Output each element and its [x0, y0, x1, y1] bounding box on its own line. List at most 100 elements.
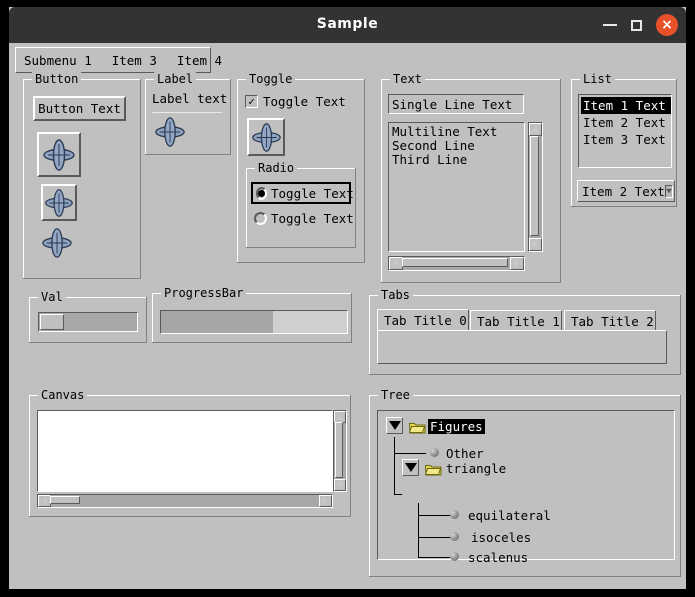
radio-item-1-label: Toggle Text: [271, 211, 354, 226]
canvas-area[interactable]: [37, 410, 333, 492]
multiline-line-1: Second Line: [392, 138, 475, 153]
scroll-down-arrow[interactable]: [529, 238, 542, 251]
scroll-right-arrow[interactable]: [319, 495, 332, 507]
folder-open-icon: [424, 461, 442, 476]
list-item-0[interactable]: Item 1 Text: [581, 97, 671, 114]
group-text-legend: Text: [390, 72, 425, 86]
group-canvas: Canvas: [29, 388, 351, 517]
scroll-left-arrow[interactable]: [389, 257, 403, 270]
client-area: Submenu 1 Item 3 Item 4 Button Button Te…: [9, 43, 686, 589]
multiline-text-area[interactable]: Multiline Text Second Line Third Line: [388, 122, 543, 252]
tree-node-scalenus[interactable]: scalenus: [468, 550, 528, 565]
tree-connector: [394, 453, 426, 454]
sphere-icon: [450, 510, 459, 519]
text-horizontal-scrollbar[interactable]: [388, 256, 525, 271]
button-text-label: Button Text: [38, 101, 121, 116]
tree-expander-triangle[interactable]: [402, 459, 419, 476]
chevron-down-icon: [388, 421, 401, 430]
multiline-line-2: Third Line: [392, 152, 468, 167]
group-label-legend: Label: [154, 72, 197, 86]
dropdown[interactable]: Item 2 Text: [577, 180, 675, 202]
tree-node-equilateral[interactable]: equilateral: [468, 508, 551, 523]
radio-item-0-label: Toggle Text: [271, 185, 354, 201]
window-title: Sample: [316, 16, 379, 32]
tree-node-figures[interactable]: Figures: [428, 419, 485, 434]
slider-track[interactable]: [38, 312, 138, 332]
icon-button-flat[interactable]: [40, 226, 74, 260]
group-text: Text Single Line Text Multiline Text Sec…: [381, 72, 561, 283]
group-label: Label Label text: [145, 72, 231, 155]
toggle-checkbox-row[interactable]: ✓ Toggle Text: [245, 94, 346, 109]
list-item-2[interactable]: Item 3 Text: [581, 131, 671, 148]
tree-node-other[interactable]: Other: [446, 446, 484, 461]
progressbar-fill: [161, 311, 273, 333]
scroll-thumb[interactable]: [402, 258, 508, 267]
icon-toggle-button[interactable]: [247, 118, 285, 156]
orbit-icon: [41, 227, 73, 259]
scroll-thumb[interactable]: [50, 496, 80, 504]
scroll-down-arrow[interactable]: [334, 479, 346, 491]
group-canvas-legend: Canvas: [38, 388, 88, 402]
tree-connector: [418, 537, 450, 538]
chevron-down-icon[interactable]: [664, 184, 673, 198]
radio-item-1[interactable]: Toggle Text: [254, 211, 354, 226]
tree-node-triangle[interactable]: triangle: [446, 461, 506, 476]
scroll-thumb[interactable]: [335, 422, 343, 478]
group-progressbar-legend: ProgressBar: [161, 286, 247, 300]
group-tree-legend: Tree: [378, 388, 413, 402]
radio-icon[interactable]: [254, 212, 267, 225]
tree-node-isoceles[interactable]: isoceles: [471, 530, 531, 545]
group-radio: Radio Toggle Text Toggle Text: [246, 161, 356, 248]
group-toggle: Toggle ✓ Toggle Text Radio Toggle Text T…: [237, 72, 365, 263]
menu-bar: Submenu 1 Item 3 Item 4: [15, 47, 222, 73]
label-separator: [152, 112, 222, 113]
group-val-legend: Val: [38, 290, 66, 304]
slider-thumb[interactable]: [40, 314, 64, 330]
canvas-vertical-scrollbar[interactable]: [333, 410, 347, 492]
group-tree: Tree Figures Other triangle equilateral …: [369, 388, 681, 577]
tab-2[interactable]: Tab Title 2: [564, 310, 656, 332]
group-button-legend: Button: [32, 72, 82, 86]
group-list: List Item 1 Text Item 2 Text Item 3 Text…: [571, 72, 677, 207]
button-text[interactable]: Button Text: [33, 96, 126, 121]
minimize-icon[interactable]: [603, 24, 617, 26]
scroll-up-arrow[interactable]: [529, 123, 542, 136]
icon-button-medium[interactable]: [41, 184, 77, 221]
tab-0[interactable]: Tab Title 0: [377, 309, 469, 331]
group-toggle-legend: Toggle: [246, 72, 296, 86]
maximize-icon[interactable]: [631, 19, 642, 31]
sphere-icon: [450, 532, 459, 541]
group-radio-legend: Radio: [255, 161, 298, 175]
checkbox-icon[interactable]: ✓: [245, 95, 258, 108]
list-item-1[interactable]: Item 2 Text: [581, 114, 671, 131]
text-vertical-scrollbar[interactable]: [528, 122, 543, 252]
orbit-icon: [44, 188, 74, 218]
application-window: Sample × Submenu 1 Item 3 Item 4 Button …: [8, 6, 687, 590]
tab-1[interactable]: Tab Title 1: [470, 310, 562, 332]
tree-connector: [394, 437, 395, 495]
close-icon[interactable]: ×: [656, 14, 678, 36]
menu-item-submenu-1[interactable]: Submenu 1: [22, 53, 102, 68]
folder-open-icon: [408, 419, 426, 434]
scroll-thumb[interactable]: [530, 136, 539, 236]
multiline-line-0: Multiline Text: [392, 124, 498, 139]
menu-item-item-4[interactable]: Item 4: [167, 53, 232, 68]
single-line-input[interactable]: Single Line Text: [388, 94, 524, 114]
scroll-right-arrow[interactable]: [510, 257, 524, 270]
tree-connector: [418, 557, 450, 558]
toggle-checkbox-label: Toggle Text: [263, 94, 346, 109]
menu-item-item-3[interactable]: Item 3: [102, 53, 167, 68]
orbit-icon: [42, 138, 76, 172]
group-val: Val: [29, 290, 147, 343]
tree-expander-figures[interactable]: [386, 417, 403, 434]
dropdown-value: Item 2 Text: [582, 183, 665, 199]
orbit-icon: [154, 116, 186, 148]
listbox[interactable]: Item 1 Text Item 2 Text Item 3 Text: [578, 94, 672, 168]
label-text: Label text: [152, 91, 228, 106]
title-bar: Sample ×: [9, 7, 686, 43]
canvas-horizontal-scrollbar[interactable]: [37, 494, 333, 508]
tree-view[interactable]: Figures Other triangle equilateral isoce…: [377, 410, 675, 565]
icon-button-large[interactable]: [37, 132, 81, 177]
radio-icon[interactable]: [256, 186, 267, 200]
radio-item-0[interactable]: Toggle Text: [251, 182, 354, 204]
